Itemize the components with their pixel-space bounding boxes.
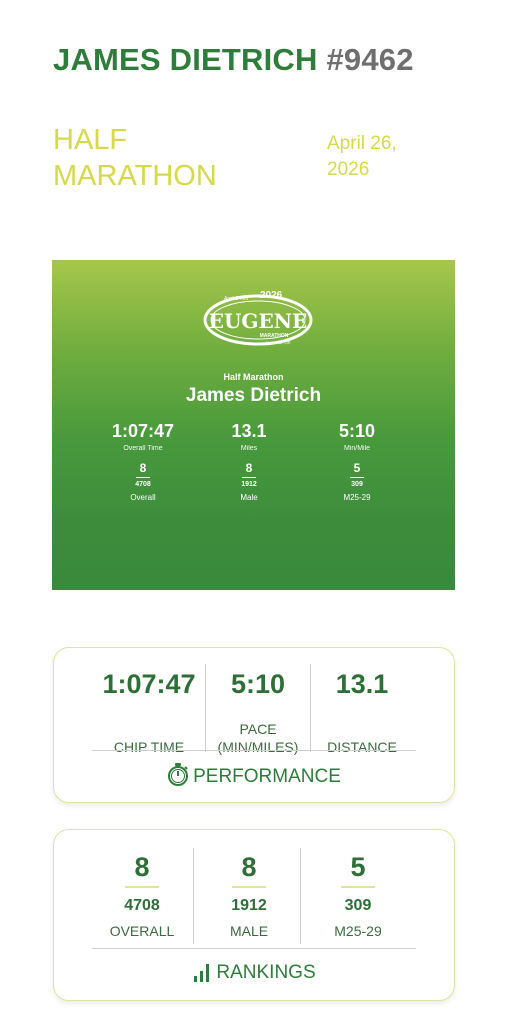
eugene-marathon-logo: April 24-26 2026 EUGENE MARATHON EUGENE,…	[203, 290, 313, 346]
certificate-rank-overall: 8 4708 Overall	[88, 461, 198, 502]
stopwatch-icon	[167, 762, 189, 792]
certificate-rank-male: 8 1912 Male	[194, 461, 304, 502]
certificate-rank-total: 309	[351, 481, 363, 488]
age-group-place: 5	[350, 852, 366, 882]
male-label: MALE	[229, 922, 269, 939]
pace-stat: 5:10 PACE (MIN/MILES)	[207, 668, 309, 756]
certificate-rank-place: 8	[139, 461, 147, 475]
certificate-rank-place: 5	[353, 461, 361, 475]
certificate-stat-time: 1:07:47 Overall Time	[88, 420, 198, 452]
event-date: April 26, 2026	[327, 131, 437, 183]
svg-text:EUGENE, OR: EUGENE, OR	[265, 340, 290, 345]
certificate-event-name: Half Marathon	[223, 372, 284, 382]
runner-header: JAMES DIETRICH #9462	[53, 42, 414, 78]
rankings-heading: RANKINGS	[54, 960, 454, 988]
section-divider	[92, 948, 416, 949]
chip-time-stat: 1:07:47 CHIP TIME	[94, 668, 204, 756]
divider	[341, 886, 375, 888]
certificate-stat-value: 5:10	[338, 421, 376, 441]
certificate-rank-label: Male	[240, 493, 258, 502]
certificate-stat-value: 13.1	[231, 421, 267, 441]
divider	[232, 886, 266, 888]
finisher-certificate-image: April 24-26 2026 EUGENE MARATHON EUGENE,…	[52, 260, 455, 590]
distance-stat: 13.1 DISTANCE	[312, 668, 412, 756]
distance-label: DISTANCE	[327, 739, 397, 755]
overall-total: 4708	[124, 896, 160, 914]
rankings-card: 8 4708 OVERALL 8 1912 MALE 5 309 M25-29 …	[53, 829, 455, 1001]
pace-label-line1: PACE	[239, 721, 277, 737]
pace-label-line2: (MIN/MILES)	[217, 739, 299, 755]
certificate-stat-label: Miles	[240, 445, 258, 452]
event-title-line1: HALF	[53, 124, 128, 156]
performance-heading: PERFORMANCE	[54, 762, 454, 792]
age-group-total: 309	[344, 896, 372, 914]
column-divider	[193, 848, 194, 944]
certificate-rank-age: 5 309 M25-29	[302, 461, 412, 502]
column-divider	[205, 664, 206, 752]
certificate-runner-name: James Dietrich	[185, 385, 322, 406]
event-title-line2: MARATHON	[53, 160, 217, 192]
divider	[136, 477, 150, 478]
svg-text:EUGENE: EUGENE	[209, 309, 308, 333]
pace-value: 5:10	[230, 669, 286, 699]
svg-text:MARATHON: MARATHON	[260, 333, 289, 339]
certificate-rank-label: M25-29	[343, 493, 371, 502]
overall-label: OVERALL	[109, 922, 175, 939]
chip-time-value: 1:07:47	[102, 669, 196, 699]
overall-ranking: 8 4708 OVERALL	[92, 852, 192, 939]
certificate-rank-total: 4708	[135, 481, 151, 488]
certificate-stat-label: Min/Mile	[343, 445, 371, 452]
certificate-stat-pace: 5:10 Min/Mile	[302, 420, 412, 452]
performance-heading-label: PERFORMANCE	[193, 766, 341, 787]
age-group-ranking: 5 309 M25-29	[308, 852, 408, 939]
svg-text:April 24-26: April 24-26	[224, 296, 248, 302]
column-divider	[300, 848, 301, 944]
rankings-heading-label: RANKINGS	[216, 962, 316, 983]
certificate-rank-total: 1912	[241, 481, 257, 488]
male-total: 1912	[231, 896, 267, 914]
certificate-stat-miles: 13.1 Miles	[194, 420, 304, 452]
chip-time-label: CHIP TIME	[113, 739, 185, 755]
event-date-line2: 2026	[327, 159, 370, 180]
certificate-rank-label: Overall	[130, 493, 156, 502]
divider	[242, 477, 256, 478]
age-group-label: M25-29	[334, 922, 382, 939]
divider	[350, 477, 364, 478]
column-divider	[310, 664, 311, 752]
section-divider	[92, 750, 416, 751]
runner-name: JAMES DIETRICH	[53, 42, 318, 77]
event-title: HALF MARATHON	[53, 122, 273, 194]
male-ranking: 8 1912 MALE	[199, 852, 299, 939]
svg-text:2026: 2026	[260, 290, 283, 301]
male-place: 8	[241, 852, 257, 882]
certificate-rank-place: 8	[245, 461, 253, 475]
distance-value: 13.1	[335, 669, 389, 699]
certificate-stat-label: Overall Time	[123, 445, 163, 452]
bar-chart-icon	[192, 960, 212, 988]
event-date-line1: April 26,	[327, 133, 397, 154]
performance-card: 1:07:47 CHIP TIME 5:10 PACE (MIN/MILES) …	[53, 647, 455, 803]
bib-number: #9462	[326, 42, 414, 77]
overall-place: 8	[134, 852, 150, 882]
divider	[125, 886, 159, 888]
certificate-stat-value: 1:07:47	[111, 421, 175, 441]
